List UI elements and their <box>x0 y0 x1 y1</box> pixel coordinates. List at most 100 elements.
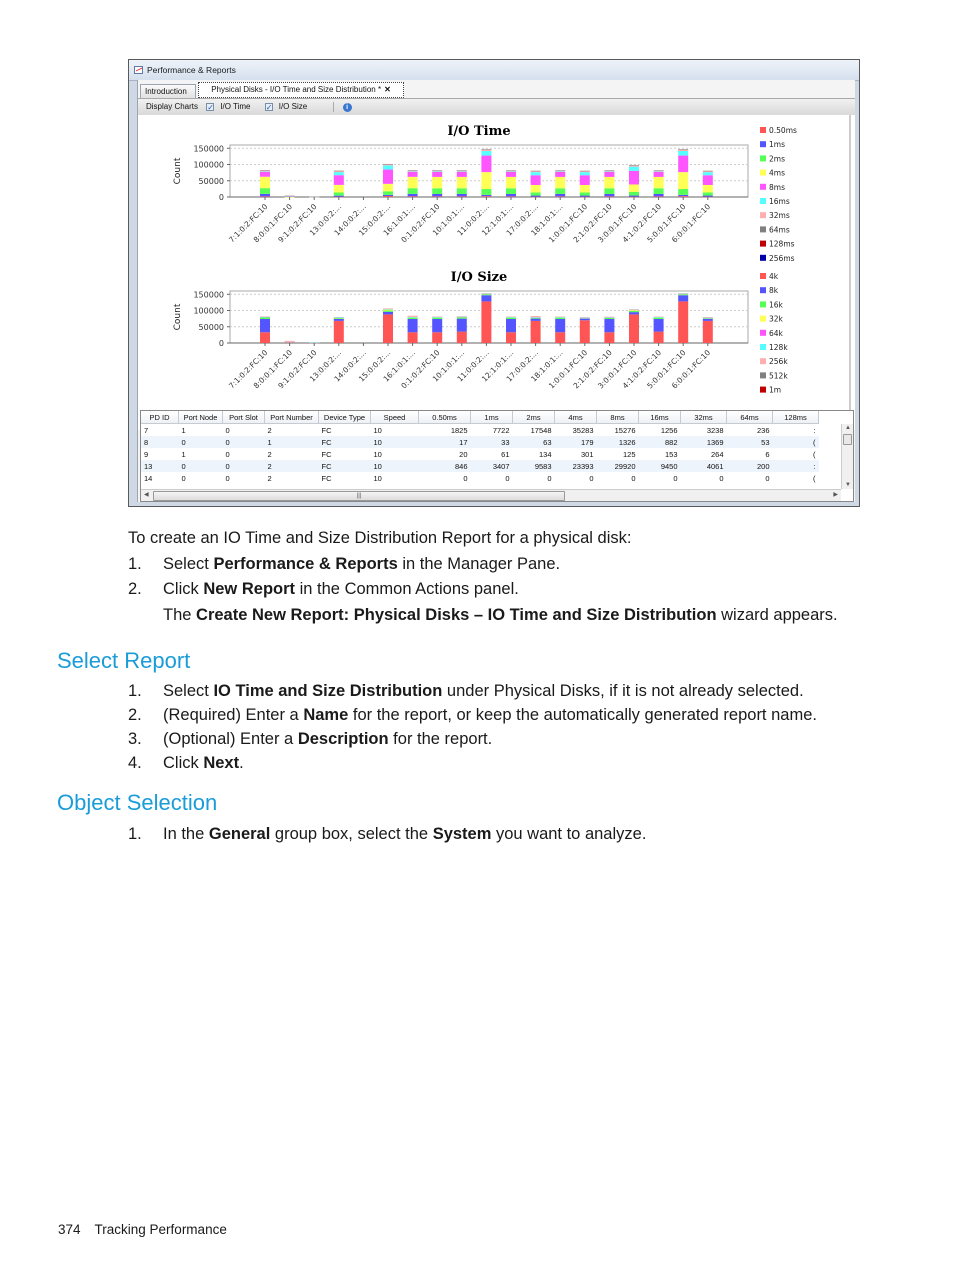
table-row[interactable]: 13 0 0 2 FC 10 846 3407 9583 23393 29920 9450 4061 20… <box>141 460 819 472</box>
tab-introduction[interactable]: Introduction <box>140 84 196 98</box>
bar-segment <box>456 171 467 172</box>
table-cell: ( <box>813 473 816 483</box>
table-row[interactable]: 9 1 0 2 FC 10 20 61 134 301 125 153 264 6( <box>141 448 819 460</box>
bar-segment <box>604 318 615 333</box>
table-cell: 33 <box>470 436 513 448</box>
horizontal-scrollbar[interactable]: ◀ ||| ▶ <box>141 489 841 501</box>
legend-swatch <box>760 273 766 279</box>
step-text-pre: Select <box>163 682 214 700</box>
bar-segment <box>432 176 443 189</box>
close-icon[interactable]: ✕ <box>384 85 391 94</box>
column-header[interactable]: 8ms <box>596 411 639 424</box>
bar-segment <box>383 191 393 195</box>
bar-segment <box>653 171 664 177</box>
info-icon[interactable]: i <box>342 102 352 112</box>
bar-segment <box>432 170 443 171</box>
table-cell: 125 <box>622 449 636 459</box>
step-note-bold: Create New Report: Physical Disks – IO T… <box>196 606 717 624</box>
table-cell: 846 <box>418 460 471 472</box>
column-header[interactable]: Device Type <box>318 411 371 424</box>
vertical-scrollbar[interactable]: ▲ ▼ <box>841 424 853 489</box>
table-cell: 0 <box>225 425 230 435</box>
vertical-scroll-thumb[interactable] <box>843 434 852 445</box>
bar-segment <box>653 317 664 318</box>
table-cell: FC <box>321 449 332 459</box>
step-text-bold: Description <box>297 730 389 748</box>
bar-segment <box>604 316 615 318</box>
tab-io-time-size-label: Physical Disks - I/O Time and Size Distr… <box>211 85 382 94</box>
tab-io-time-size[interactable]: Physical Disks - I/O Time and Size Distr… <box>198 82 404 98</box>
bar-segment <box>530 170 541 172</box>
legend-swatch <box>760 254 766 261</box>
legend-label: 256k <box>769 357 788 366</box>
bar-segment <box>407 176 418 189</box>
column-header[interactable]: 1ms <box>470 411 513 424</box>
table-cell: 0 <box>673 473 678 483</box>
io-time-checkbox[interactable]: I/O Time <box>206 100 256 116</box>
bar-segment <box>678 293 689 295</box>
table-cell: 7722 <box>492 425 510 435</box>
toolbar-separator <box>333 102 335 113</box>
column-header[interactable]: 4ms <box>554 411 597 424</box>
bar-segment <box>260 332 270 343</box>
column-header[interactable]: 32ms <box>680 411 727 424</box>
scroll-up-icon[interactable]: ▲ <box>845 425 851 431</box>
bar-segment <box>653 193 664 197</box>
table-cell: 10 <box>373 449 382 459</box>
y-axis-label: Count <box>173 303 183 330</box>
column-header[interactable]: PD ID <box>141 411 179 424</box>
table-cell: 15276 <box>614 425 636 435</box>
bar-segment <box>481 295 492 302</box>
table-cell: 2 <box>267 425 272 435</box>
column-header[interactable]: Port Number <box>264 411 319 424</box>
table-row[interactable]: 8 0 0 1 FC 10 17 33 63 179 1326 882 1369 53( <box>141 436 819 448</box>
column-header[interactable]: 0.50ms <box>418 411 471 424</box>
bar-segment <box>407 318 418 333</box>
window-title: Performance & Reports <box>147 65 236 75</box>
table-row[interactable]: 14 0 0 2 FC 10 0 0 0 0 0 0 0 0 ( <box>141 472 819 484</box>
legend-swatch <box>760 169 766 176</box>
column-header[interactable]: 64ms <box>726 411 773 424</box>
table-row[interactable]: 7 1 0 2 FC 10 1825 7722 17548 35283 15276 1256 3238 2… <box>141 424 819 437</box>
scroll-left-icon[interactable]: ◀ <box>144 491 149 498</box>
bar-segment <box>604 170 615 171</box>
bar-segment <box>284 196 295 197</box>
table-cell: 2 <box>267 449 272 459</box>
bar-segment <box>530 317 541 319</box>
section-heading-object-selection: Object Selection <box>57 790 218 815</box>
table-cell: ( <box>772 436 819 448</box>
column-header[interactable]: Port Slot <box>222 411 265 424</box>
bar-segment <box>653 318 664 332</box>
column-header[interactable]: 2ms <box>512 411 555 424</box>
horizontal-scroll-thumb[interactable]: ||| <box>153 491 565 501</box>
scroll-right-icon[interactable]: ▶ <box>833 491 838 498</box>
bar-segment <box>678 155 689 173</box>
bar-segment <box>432 193 443 197</box>
bar-segment <box>333 172 344 176</box>
legend-label: 32ms <box>769 211 790 220</box>
column-header[interactable]: Port Node <box>178 411 223 424</box>
step-text-post: under Physical Disks, if it is not alrea… <box>442 682 804 700</box>
legend-label: 0.50ms <box>769 126 797 135</box>
scroll-down-icon[interactable]: ▼ <box>845 482 851 488</box>
table-cell: 7 <box>144 425 149 435</box>
step-number: 2. <box>128 706 142 724</box>
step-number: 2. <box>128 580 142 598</box>
bar-segment <box>506 188 516 194</box>
column-header[interactable]: 16ms <box>638 411 681 424</box>
step-text-bold: IO Time and Size Distribution <box>213 682 443 700</box>
step-text-pre: Click <box>163 754 204 772</box>
column-header[interactable]: Speed <box>370 411 419 424</box>
bar-segment <box>506 171 516 172</box>
bar-segment <box>407 317 418 318</box>
column-header[interactable]: 128ms <box>772 411 819 424</box>
page-footer: 374 Tracking Performance <box>58 1222 227 1237</box>
bar-segment <box>702 172 713 176</box>
bar-segment <box>629 170 639 185</box>
bar-segment <box>555 193 566 197</box>
io-size-checkbox[interactable]: I/O Size <box>264 100 313 116</box>
table-cell: 236 <box>756 425 770 435</box>
bar-segment <box>407 332 418 343</box>
legend-label: 128k <box>769 343 788 352</box>
table-cell: 29920 <box>596 460 639 472</box>
